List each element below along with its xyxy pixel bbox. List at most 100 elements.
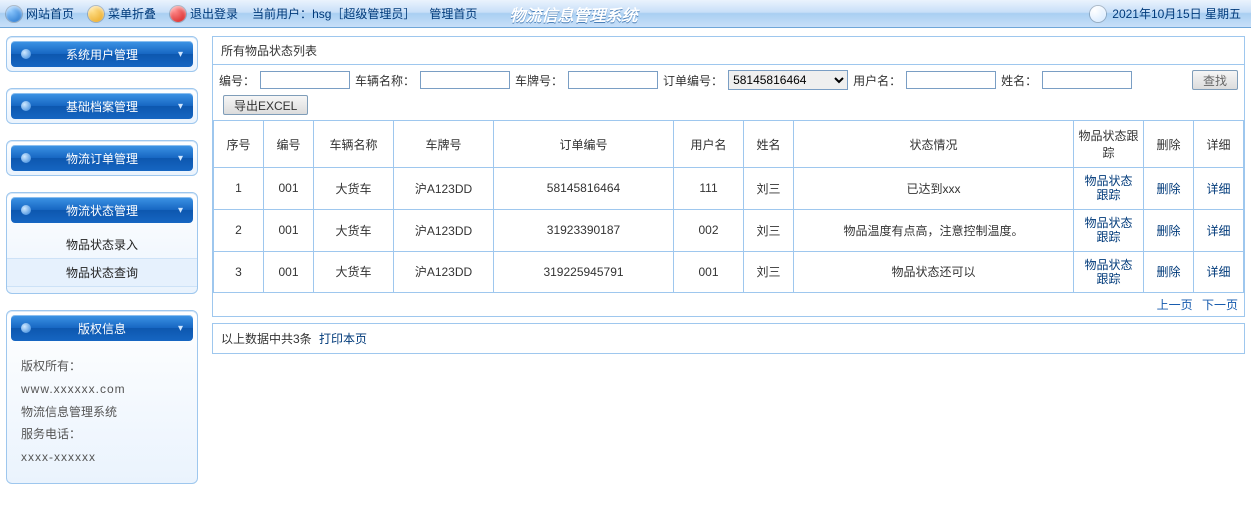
panel-hd-user-mgmt[interactable]: 系统用户管理▾ <box>11 41 193 67</box>
home-label: 网站首页 <box>26 5 74 22</box>
col-10: 详细 <box>1194 121 1244 168</box>
cell: 31923390187 <box>494 209 674 251</box>
panel-hd-order-mgmt[interactable]: 物流订单管理▾ <box>11 145 193 171</box>
cell: 大货车 <box>314 209 394 251</box>
home-link[interactable]: 网站首页 <box>6 5 74 22</box>
data-table: 序号编号车辆名称车牌号订单编号用户名姓名状态情况物品状态跟踪删除详细 1001大… <box>213 120 1244 293</box>
track-link[interactable]: 物品状态跟踪 <box>1074 209 1144 251</box>
sidebar-item-status-query[interactable]: 物品状态查询 <box>7 258 197 287</box>
cell: 1 <box>214 168 264 210</box>
current-user: 当前用户：hsg［超级管理员］ <box>252 5 415 22</box>
cell: 001 <box>264 209 314 251</box>
cell: 已达到xxx <box>794 168 1074 210</box>
list-title: 所有物品状态列表 <box>213 37 1244 65</box>
col-3: 车牌号 <box>394 121 494 168</box>
lbl-name: 姓名： <box>1001 72 1037 89</box>
table-row: 3001大货车沪A123DD319225945791001刘三物品状态还可以物品… <box>214 251 1244 293</box>
track-link[interactable]: 物品状态跟踪 <box>1074 251 1144 293</box>
table-row: 1001大货车沪A123DD58145816464111刘三已达到xxx物品状态… <box>214 168 1244 210</box>
system-title: 物流信息管理系统 <box>509 2 637 26</box>
cell: 沪A123DD <box>394 251 494 293</box>
list-box: 所有物品状态列表 编号： 车辆名称： 车牌号： 订单编号： 5814581646… <box>212 36 1245 317</box>
chevron-down-icon: ▾ <box>178 205 183 216</box>
lbl-vehicle: 车辆名称： <box>355 72 415 89</box>
cell: 001 <box>264 251 314 293</box>
dot-icon <box>21 205 31 215</box>
lbl-user: 用户名： <box>853 72 901 89</box>
col-0: 序号 <box>214 121 264 168</box>
panel-base-archive: 基础档案管理▾ <box>6 88 198 124</box>
chevron-down-icon: ▾ <box>178 49 183 60</box>
cell: 沪A123DD <box>394 168 494 210</box>
record-count: 以上数据中共3条 <box>221 332 312 346</box>
cell: 刘三 <box>744 168 794 210</box>
table-row: 2001大货车沪A123DD31923390187002刘三物品温度有点高，注意… <box>214 209 1244 251</box>
pager: 上一页 下一页 <box>213 293 1244 316</box>
panel-hd-copyright[interactable]: 版权信息▾ <box>11 315 193 341</box>
cell: 大货车 <box>314 168 394 210</box>
dot-icon <box>21 323 31 333</box>
delete-link[interactable]: 删除 <box>1144 251 1194 293</box>
topbar: 网站首页 菜单折叠 退出登录 当前用户：hsg［超级管理员］ 管理首页 物流信息… <box>0 0 1251 28</box>
panel-hd-status-mgmt[interactable]: 物流状态管理▾ <box>11 197 193 223</box>
dot-icon <box>21 153 31 163</box>
sidebar-item-status-input[interactable]: 物品状态录入 <box>7 231 197 258</box>
collapse-icon <box>88 6 104 22</box>
detail-link[interactable]: 详细 <box>1194 168 1244 210</box>
delete-link[interactable]: 删除 <box>1144 209 1194 251</box>
cell: 物品状态还可以 <box>794 251 1074 293</box>
globe-icon <box>6 6 22 22</box>
sidebar: 系统用户管理▾ 基础档案管理▾ 物流订单管理▾ 物流状态管理▾ 物品状态录入 物… <box>6 36 198 500</box>
panel-user-mgmt: 系统用户管理▾ <box>6 36 198 72</box>
detail-link[interactable]: 详细 <box>1194 209 1244 251</box>
print-page-link[interactable]: 打印本页 <box>319 332 367 346</box>
panel-status-mgmt: 物流状态管理▾ 物品状态录入 物品状态查询 <box>6 192 198 294</box>
logout-icon <box>170 6 186 22</box>
chevron-down-icon: ▾ <box>178 101 183 112</box>
prev-page[interactable]: 上一页 <box>1157 298 1193 312</box>
panel-copyright: 版权信息▾ 版权所有： www.xxxxxx.com 物流信息管理系统 服务电话… <box>6 310 198 484</box>
select-order[interactable]: 58145816464 <box>728 70 848 90</box>
input-plate[interactable] <box>568 71 658 89</box>
search-button[interactable]: 查找 <box>1192 70 1238 90</box>
panel-body-status: 物品状态录入 物品状态查询 <box>7 227 197 293</box>
lbl-code: 编号： <box>219 72 255 89</box>
logout-label: 退出登录 <box>190 5 238 22</box>
lbl-order: 订单编号： <box>663 72 723 89</box>
input-name[interactable] <box>1042 71 1132 89</box>
detail-link[interactable]: 详细 <box>1194 251 1244 293</box>
export-excel-button[interactable]: 导出EXCEL <box>223 95 308 115</box>
chevron-down-icon: ▾ <box>178 153 183 164</box>
cell: 001 <box>674 251 744 293</box>
col-6: 姓名 <box>744 121 794 168</box>
track-link[interactable]: 物品状态跟踪 <box>1074 168 1144 210</box>
delete-link[interactable]: 删除 <box>1144 168 1194 210</box>
dot-icon <box>21 101 31 111</box>
cell: 大货车 <box>314 251 394 293</box>
input-code[interactable] <box>260 71 350 89</box>
chevron-down-icon: ▾ <box>178 323 183 334</box>
input-vehicle[interactable] <box>420 71 510 89</box>
cell: 319225945791 <box>494 251 674 293</box>
col-9: 删除 <box>1144 121 1194 168</box>
main: 所有物品状态列表 编号： 车辆名称： 车牌号： 订单编号： 5814581646… <box>212 36 1245 354</box>
col-2: 车辆名称 <box>314 121 394 168</box>
col-4: 订单编号 <box>494 121 674 168</box>
panel-hd-base-archive[interactable]: 基础档案管理▾ <box>11 93 193 119</box>
cell: 58145816464 <box>494 168 674 210</box>
cell: 刘三 <box>744 251 794 293</box>
logout-link[interactable]: 退出登录 <box>170 5 238 22</box>
menu-collapse-link[interactable]: 菜单折叠 <box>88 5 156 22</box>
col-5: 用户名 <box>674 121 744 168</box>
col-8: 物品状态跟踪 <box>1074 121 1144 168</box>
cell: 物品温度有点高，注意控制温度。 <box>794 209 1074 251</box>
input-user[interactable] <box>906 71 996 89</box>
admin-home-link[interactable]: 管理首页 <box>429 5 477 22</box>
cell: 沪A123DD <box>394 209 494 251</box>
cell: 002 <box>674 209 744 251</box>
footer-box: 以上数据中共3条 打印本页 <box>212 323 1245 354</box>
panel-order-mgmt: 物流订单管理▾ <box>6 140 198 176</box>
dot-icon <box>21 49 31 59</box>
collapse-label: 菜单折叠 <box>108 5 156 22</box>
next-page[interactable]: 下一页 <box>1202 298 1238 312</box>
